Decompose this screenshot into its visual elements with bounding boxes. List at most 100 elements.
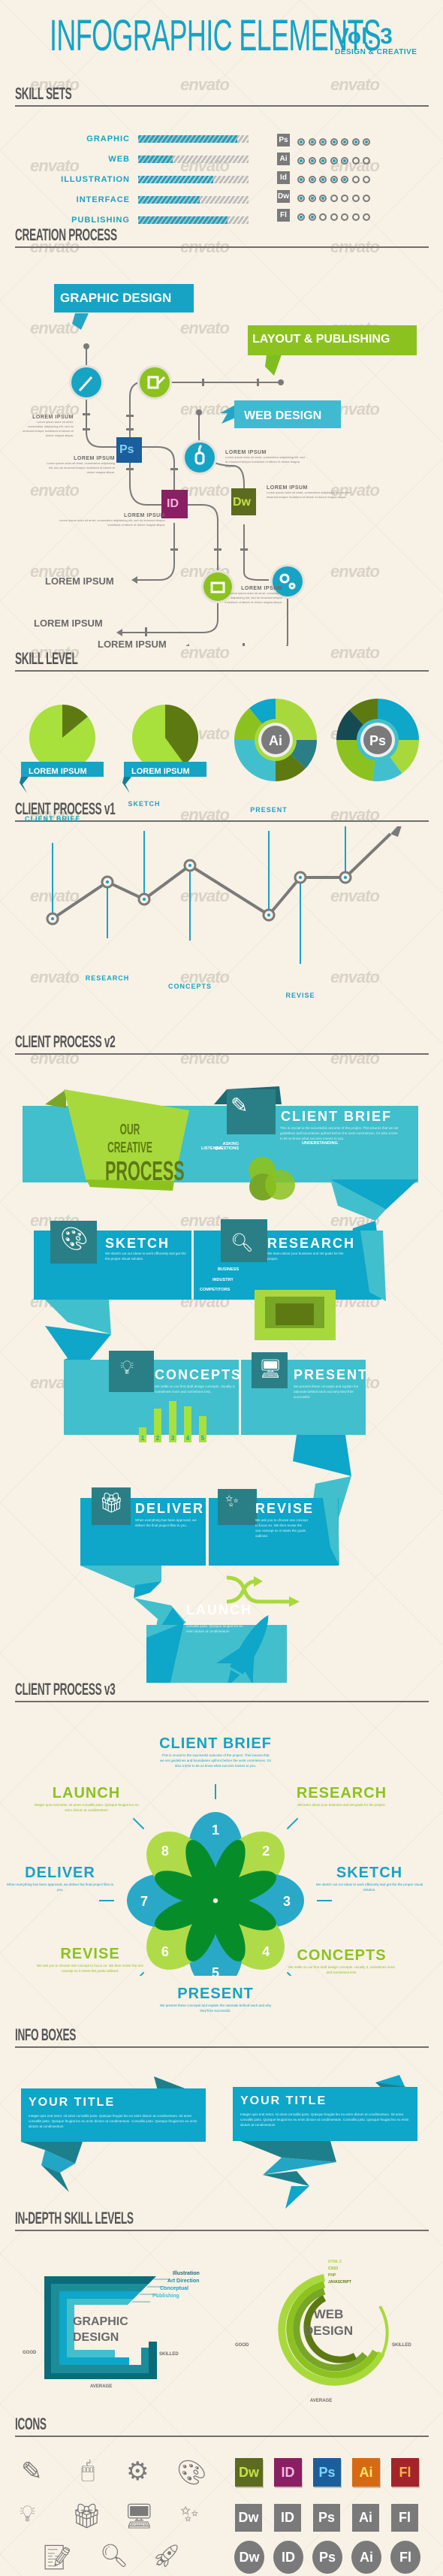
rating-dot-filled: [330, 138, 338, 146]
donut-label: Ai: [269, 733, 282, 748]
timeline-step-label: PRESENT: [250, 806, 288, 814]
note-title: LOREM IPSUM: [74, 456, 115, 461]
app-icon-color: Ps: [313, 2458, 341, 2487]
timeline-node-dot: [51, 917, 54, 920]
launch-title: LAUNCH: [186, 1602, 252, 1617]
rating-dot-filled: [308, 176, 316, 183]
petal-number: 1: [212, 1823, 219, 1838]
rating-dot-filled: [319, 157, 327, 165]
note-title: LOREM IPSUM: [225, 450, 267, 455]
rating-dot-empty: [363, 176, 370, 183]
rating-dot-filled: [319, 195, 327, 202]
rating-dot-filled: [330, 176, 338, 183]
brief-tab-icon: ✎: [231, 1094, 249, 1117]
web-average-label: AVERAGE: [310, 2399, 333, 2403]
v3-step-title: CONCEPTS: [297, 1947, 387, 1964]
timeline-step-label: CLIENT BRIEF: [25, 815, 80, 823]
petal-number: 7: [140, 1894, 148, 1909]
ring-label-javascript: JAVASCRIPT: [328, 2280, 351, 2285]
volume-label: Vol. 3: [334, 24, 393, 49]
v3-step-title: DELIVER: [25, 1865, 95, 1881]
rating-dot-empty: [330, 195, 338, 202]
section-skill-level: SKILL LEVEL: [15, 648, 429, 672]
mouse-icon: 🖱︎: [81, 2458, 95, 2483]
section-client-process-v2: CLIENT PROCESS v2: [15, 1031, 429, 1055]
v3-step-text: We settle on our first draft design conc…: [288, 1965, 395, 1974]
rating-dot-filled: [351, 138, 360, 146]
web-design-title: WEB DESIGN: [304, 2306, 353, 2339]
rating-dot-filled: [341, 176, 348, 183]
note-3: LOREM IPSUM Lorem ipsum dolor sit amet, …: [225, 450, 308, 469]
sketch-title: SKETCH: [105, 1236, 170, 1251]
timeline-node-dot: [267, 914, 270, 917]
skill-bar-fill: [138, 135, 238, 143]
lightbulb-icon: 💡︎: [120, 1356, 134, 1379]
web-title-line1: WEB: [313, 2307, 344, 2321]
concepts-bar-chart: 1 2 3 4 5: [139, 1401, 206, 1442]
section-in-depth: IN-DEPTH SKILL LEVELS: [15, 2207, 429, 2231]
skill-bar: [138, 135, 249, 143]
note-title: LOREM IPSUM: [124, 513, 165, 518]
palette-icon: 🎨︎: [60, 1227, 89, 1252]
petal-number: 5: [212, 1965, 219, 1976]
note-title: LOREM IPSUM: [241, 586, 282, 591]
note-text: Lorem ipsum dolor sit amet, consectetur …: [47, 461, 115, 474]
donut-label: Ps: [369, 733, 386, 748]
page-subtitle: DESIGN & CREATIVE: [335, 48, 417, 56]
pie-1-label: LOREM IPSUM: [29, 767, 87, 776]
v3-step-title: SKETCH: [336, 1865, 403, 1881]
research-title: RESEARCH: [267, 1236, 356, 1251]
layer-label-art-direction: Art Direction: [167, 2279, 200, 2284]
concepts-text: We settle on our first draft design conc…: [155, 1385, 236, 1394]
v3-step-text: This is crucial to the successful outcom…: [160, 1753, 271, 1768]
present-text: We present these concepts and explain th…: [294, 1385, 359, 1399]
v3-step-text: We sketch out our ideas to work efficien…: [315, 1883, 423, 1892]
app-icon-grey-square: ID: [274, 2504, 301, 2532]
rating-dots: [297, 136, 374, 149]
concept-bar-label: 3: [171, 1435, 175, 1442]
v3-step-text: We ask you to choose one concept to focu…: [37, 1964, 143, 1973]
graphic-title-line1: GRAPHIC: [73, 2315, 128, 2328]
graphic-good-label: GOOD: [23, 2351, 37, 2355]
rocket-icon: [390, 826, 402, 837]
section-info-boxes: INFO BOXES: [15, 2024, 429, 2048]
venn-label-listening: LISTENING: [201, 1146, 224, 1151]
app-icon-color: Dw: [235, 2458, 263, 2487]
concept-bar-label: 5: [201, 1435, 205, 1442]
timeline-node-dot: [188, 864, 191, 867]
app-icon-grey-circle: Ps: [312, 2541, 342, 2574]
sketch-text: We sketch out our ideas to work efficien…: [105, 1252, 186, 1261]
section-title: SKILL LEVEL: [15, 649, 78, 668]
app-icon-grey-circle: Fl: [390, 2541, 420, 2574]
v3-step-text: We present these concepts and explain th…: [159, 2004, 272, 2013]
rating-dot-empty: [363, 157, 370, 165]
rating-dot-filled: [319, 176, 327, 183]
rating-dot-filled: [297, 157, 305, 165]
timeline-node-dot: [299, 876, 302, 879]
creative-title-line2: PROCESS: [105, 1155, 185, 1186]
client-brief-title: CLIENT BRIEF: [281, 1109, 392, 1124]
info-box-2-text: Integer quis erat tortor, sit amet conva…: [240, 2112, 409, 2127]
pie-ribbon-tail: [122, 777, 131, 793]
monitor-icon: 🖥︎: [259, 1359, 282, 1379]
dw-label: Dw: [233, 496, 251, 509]
timeline-node-dot: [143, 898, 146, 901]
present-title: PRESENT: [294, 1367, 369, 1382]
layer-label-conceptual: Conceptual: [160, 2286, 189, 2291]
petal-connector: [132, 1817, 145, 1830]
wand-icon: ✨︎: [225, 1491, 240, 1510]
web-title-line2: DESIGN: [304, 2324, 354, 2338]
pie-2-label: LOREM IPSUM: [131, 767, 190, 776]
note-text: Lorem ipsum dolor sit amet, consectetur …: [59, 518, 165, 527]
skill-label: GRAPHIC: [86, 134, 130, 143]
venn-understanding: [265, 1170, 295, 1200]
note-1: LOREM IPSUM Lorem ipsum dolor sit amet, …: [23, 415, 74, 438]
section-title: SKILL SETS: [15, 84, 72, 103]
skill-bar: [138, 156, 249, 163]
section-title: CLIENT PROCESS v2: [15, 1032, 116, 1051]
app-icon-color: ID: [274, 2458, 302, 2487]
skill-label: INTERFACE: [76, 195, 130, 204]
skill-bar-fill: [138, 176, 213, 183]
rating-dot-empty: [341, 195, 348, 202]
petal-number: 3: [283, 1894, 291, 1909]
